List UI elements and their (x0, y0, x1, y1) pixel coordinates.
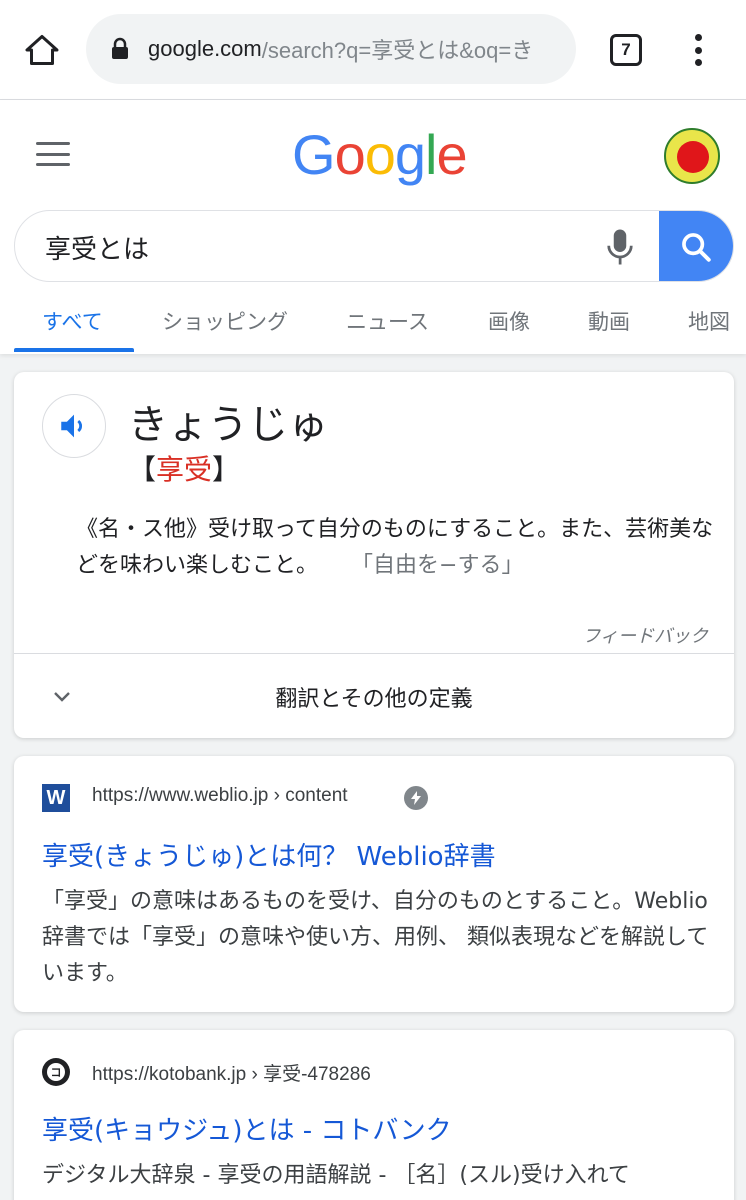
kotobank-favicon-glyph: コ (47, 1063, 65, 1081)
logo-letter: g (394, 123, 426, 186)
logo-letter: G (292, 123, 336, 186)
google-logo[interactable]: Google (292, 122, 468, 187)
more-menu-icon[interactable] (686, 30, 710, 70)
search-tabs: すべて ショッピング ニュース 画像 動画 地図 (14, 300, 746, 354)
google-header: Google 享受とは すべて ショッピング ニュース 画像 動画 地図 (0, 100, 746, 354)
hamburger-menu-icon[interactable] (36, 142, 70, 166)
dictionary-card: きょうじゅ 【享受】 《名・ス他》受け取って自分のものにすること。また、芸術美な… (14, 372, 734, 738)
result-snippet: デジタル大辞泉 - 享受の用語解説 - ［名］(スル)受け入れて (42, 1163, 630, 1188)
weblio-favicon-icon: W (42, 784, 70, 812)
url-path: /search?q=享受とは&oq=き (261, 38, 534, 63)
tab-all[interactable]: すべて (42, 306, 103, 336)
amp-lightning-icon (404, 786, 428, 810)
tab-maps[interactable]: 地図 (688, 306, 730, 336)
search-result: W https://www.weblio.jp › content 享受(きょう… (14, 756, 734, 1012)
tab-shopping[interactable]: ショッピング (162, 306, 288, 336)
tab-news[interactable]: ニュース (346, 306, 429, 336)
tab-videos[interactable]: 動画 (588, 306, 630, 336)
avatar[interactable] (664, 128, 720, 184)
search-button[interactable] (659, 211, 733, 281)
logo-letter: e (436, 123, 467, 186)
tab-images[interactable]: 画像 (488, 306, 530, 336)
bracket-close: 】 (212, 453, 241, 486)
home-button[interactable] (20, 28, 64, 72)
active-tab-indicator (14, 348, 134, 352)
tab-switcher-button[interactable]: 7 (610, 34, 642, 66)
apple-image (677, 141, 709, 173)
result-url[interactable]: https://kotobank.jp › 享受-478286 (92, 1059, 371, 1086)
result-url[interactable]: https://www.weblio.jp › content (92, 785, 348, 807)
microphone-icon[interactable] (605, 227, 635, 267)
home-icon (25, 35, 59, 65)
word-kanji-line: 【享受】 (128, 448, 240, 488)
result-title-link[interactable]: 享受(きょうじゅ)とは何？ Weblio辞書 (42, 836, 496, 873)
definition-text: 《名・ス他》受け取って自分のものにすること。また、芸術美などを味わい楽しむこと。… (76, 512, 716, 584)
logo-letter: l (425, 123, 437, 186)
kotobank-favicon-icon: コ (42, 1058, 70, 1086)
tab-count: 7 (621, 40, 631, 59)
lock-icon (112, 37, 128, 59)
search-icon (682, 233, 711, 262)
url-host: google.com (148, 36, 262, 61)
pronunciation-button[interactable] (42, 394, 106, 458)
speaker-icon (61, 414, 83, 438)
search-result: コ https://kotobank.jp › 享受-478286 享受(キョウ… (14, 1030, 734, 1200)
search-input[interactable]: 享受とは (45, 229, 149, 266)
more-definitions-button[interactable]: 翻訳とその他の定義 (14, 654, 734, 738)
search-box[interactable]: 享受とは (14, 210, 734, 282)
more-definitions-label: 翻訳とその他の定義 (275, 687, 473, 712)
usage-example: 「自由を−する」 (362, 553, 524, 578)
logo-letter: o (334, 123, 366, 186)
bracket-open: 【 (128, 453, 157, 486)
result-title-link[interactable]: 享受(キョウジュ)とは - コトバンク (42, 1110, 452, 1147)
browser-toolbar: google.com/search?q=享受とは&oq=き 7 (0, 0, 746, 100)
result-snippet: 「享受」の意味はあるものを受け、自分のものとすること。Weblio辞書では「享受… (42, 889, 709, 986)
word-kanji: 享受 (156, 453, 213, 486)
logo-letter: o (364, 123, 396, 186)
word-reading: きょうじゅ (128, 402, 328, 448)
address-bar[interactable]: google.com/search?q=享受とは&oq=き (86, 14, 576, 84)
feedback-link[interactable]: フィードバック (582, 622, 708, 648)
